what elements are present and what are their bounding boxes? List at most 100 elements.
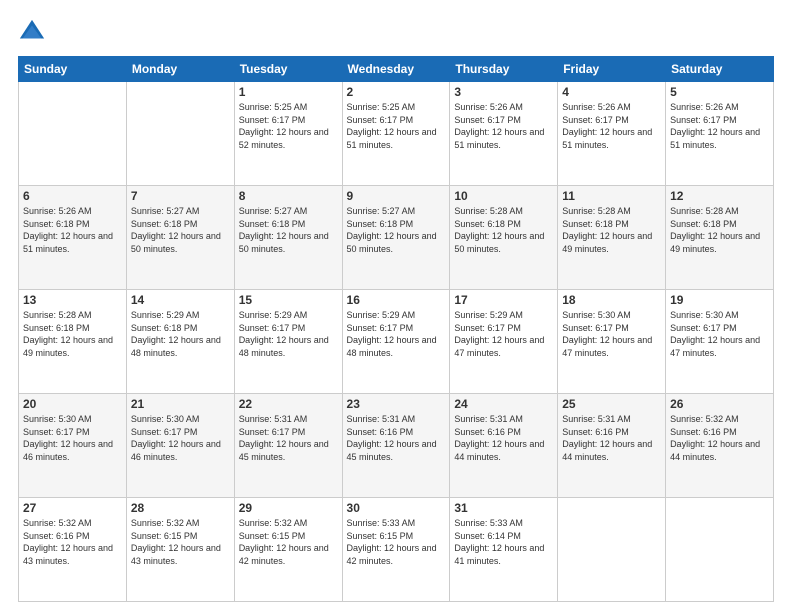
calendar-week-row: 27 Sunrise: 5:32 AM Sunset: 6:16 PM Dayli…	[19, 498, 774, 602]
calendar-cell: 28 Sunrise: 5:32 AM Sunset: 6:15 PM Dayli…	[126, 498, 234, 602]
calendar-cell: 12 Sunrise: 5:28 AM Sunset: 6:18 PM Dayli…	[666, 186, 774, 290]
calendar-cell: 20 Sunrise: 5:30 AM Sunset: 6:17 PM Dayli…	[19, 394, 127, 498]
calendar-cell: 17Sunrise: 5:29 AM Sunset: 6:17 PM Dayli…	[450, 290, 558, 394]
calendar-week-row: 6 Sunrise: 5:26 AM Sunset: 6:18 PM Daylig…	[19, 186, 774, 290]
calendar-cell	[126, 82, 234, 186]
day-number: 27	[23, 501, 122, 515]
calendar-header-row: SundayMondayTuesdayWednesdayThursdayFrid…	[19, 57, 774, 82]
day-info: Sunrise: 5:30 AM Sunset: 6:17 PM Dayligh…	[562, 309, 661, 359]
day-number: 8	[239, 189, 338, 203]
day-number: 10	[454, 189, 553, 203]
calendar-week-row: 20 Sunrise: 5:30 AM Sunset: 6:17 PM Dayli…	[19, 394, 774, 498]
weekday-header: Tuesday	[234, 57, 342, 82]
day-info: Sunrise: 5:32 AM Sunset: 6:15 PM Dayligh…	[131, 517, 230, 567]
day-number: 16	[347, 293, 446, 307]
day-info: Sunrise: 5:32 AM Sunset: 6:15 PM Dayligh…	[239, 517, 338, 567]
day-number: 26	[670, 397, 769, 411]
day-info: Sunrise: 5:30 AM Sunset: 6:17 PM Dayligh…	[670, 309, 769, 359]
day-info: Sunrise: 5:31 AM Sunset: 6:16 PM Dayligh…	[562, 413, 661, 463]
day-number: 5	[670, 85, 769, 99]
day-number: 23	[347, 397, 446, 411]
day-info: Sunrise: 5:33 AM Sunset: 6:14 PM Dayligh…	[454, 517, 553, 567]
calendar-cell	[19, 82, 127, 186]
day-number: 21	[131, 397, 230, 411]
page: SundayMondayTuesdayWednesdayThursdayFrid…	[0, 0, 792, 612]
calendar-cell: 15 Sunrise: 5:29 AM Sunset: 6:17 PM Dayli…	[234, 290, 342, 394]
day-number: 29	[239, 501, 338, 515]
logo-icon	[18, 18, 46, 46]
day-number: 22	[239, 397, 338, 411]
calendar-table: SundayMondayTuesdayWednesdayThursdayFrid…	[18, 56, 774, 602]
day-info: Sunrise: 5:29 AM Sunset: 6:17 PM Dayligh…	[239, 309, 338, 359]
calendar-cell: 26 Sunrise: 5:32 AM Sunset: 6:16 PM Dayli…	[666, 394, 774, 498]
day-info: Sunrise: 5:27 AM Sunset: 6:18 PM Dayligh…	[131, 205, 230, 255]
day-number: 11	[562, 189, 661, 203]
weekday-header: Friday	[558, 57, 666, 82]
day-number: 2	[347, 85, 446, 99]
day-info: Sunrise: 5:30 AM Sunset: 6:17 PM Dayligh…	[131, 413, 230, 463]
day-info: Sunrise: 5:26 AM Sunset: 6:17 PM Dayligh…	[562, 101, 661, 151]
header	[18, 18, 774, 46]
calendar-cell: 19 Sunrise: 5:30 AM Sunset: 6:17 PM Dayli…	[666, 290, 774, 394]
calendar-cell: 1Sunrise: 5:25 AM Sunset: 6:17 PM Daylig…	[234, 82, 342, 186]
calendar-cell: 6 Sunrise: 5:26 AM Sunset: 6:18 PM Daylig…	[19, 186, 127, 290]
day-info: Sunrise: 5:31 AM Sunset: 6:16 PM Dayligh…	[454, 413, 553, 463]
day-number: 28	[131, 501, 230, 515]
weekday-header: Thursday	[450, 57, 558, 82]
day-info: Sunrise: 5:28 AM Sunset: 6:18 PM Dayligh…	[23, 309, 122, 359]
calendar-cell: 2 Sunrise: 5:25 AM Sunset: 6:17 PM Daylig…	[342, 82, 450, 186]
calendar-cell: 22Sunrise: 5:31 AM Sunset: 6:17 PM Dayli…	[234, 394, 342, 498]
day-number: 6	[23, 189, 122, 203]
day-number: 25	[562, 397, 661, 411]
calendar-cell: 25 Sunrise: 5:31 AM Sunset: 6:16 PM Dayli…	[558, 394, 666, 498]
calendar-cell: 11Sunrise: 5:28 AM Sunset: 6:18 PM Dayli…	[558, 186, 666, 290]
day-number: 18	[562, 293, 661, 307]
calendar-week-row: 1Sunrise: 5:25 AM Sunset: 6:17 PM Daylig…	[19, 82, 774, 186]
calendar-cell: 18 Sunrise: 5:30 AM Sunset: 6:17 PM Dayli…	[558, 290, 666, 394]
day-info: Sunrise: 5:27 AM Sunset: 6:18 PM Dayligh…	[347, 205, 446, 255]
day-info: Sunrise: 5:29 AM Sunset: 6:17 PM Dayligh…	[347, 309, 446, 359]
day-number: 4	[562, 85, 661, 99]
weekday-header: Saturday	[666, 57, 774, 82]
day-info: Sunrise: 5:32 AM Sunset: 6:16 PM Dayligh…	[23, 517, 122, 567]
calendar-cell: 16 Sunrise: 5:29 AM Sunset: 6:17 PM Dayli…	[342, 290, 450, 394]
day-number: 20	[23, 397, 122, 411]
day-info: Sunrise: 5:28 AM Sunset: 6:18 PM Dayligh…	[454, 205, 553, 255]
day-number: 31	[454, 501, 553, 515]
calendar-cell: 3Sunrise: 5:26 AM Sunset: 6:17 PM Daylig…	[450, 82, 558, 186]
calendar-cell: 7Sunrise: 5:27 AM Sunset: 6:18 PM Daylig…	[126, 186, 234, 290]
day-number: 12	[670, 189, 769, 203]
day-info: Sunrise: 5:26 AM Sunset: 6:18 PM Dayligh…	[23, 205, 122, 255]
day-info: Sunrise: 5:25 AM Sunset: 6:17 PM Dayligh…	[347, 101, 446, 151]
day-number: 24	[454, 397, 553, 411]
calendar-cell: 30 Sunrise: 5:33 AM Sunset: 6:15 PM Dayli…	[342, 498, 450, 602]
day-info: Sunrise: 5:30 AM Sunset: 6:17 PM Dayligh…	[23, 413, 122, 463]
day-number: 19	[670, 293, 769, 307]
weekday-header: Sunday	[19, 57, 127, 82]
day-number: 30	[347, 501, 446, 515]
calendar-cell: 21 Sunrise: 5:30 AM Sunset: 6:17 PM Dayli…	[126, 394, 234, 498]
calendar-cell: 23 Sunrise: 5:31 AM Sunset: 6:16 PM Dayli…	[342, 394, 450, 498]
calendar-cell: 13 Sunrise: 5:28 AM Sunset: 6:18 PM Dayli…	[19, 290, 127, 394]
day-number: 14	[131, 293, 230, 307]
calendar-cell: 9 Sunrise: 5:27 AM Sunset: 6:18 PM Daylig…	[342, 186, 450, 290]
day-info: Sunrise: 5:28 AM Sunset: 6:18 PM Dayligh…	[670, 205, 769, 255]
day-info: Sunrise: 5:29 AM Sunset: 6:18 PM Dayligh…	[131, 309, 230, 359]
calendar-cell: 14 Sunrise: 5:29 AM Sunset: 6:18 PM Dayli…	[126, 290, 234, 394]
day-number: 9	[347, 189, 446, 203]
calendar-cell: 10 Sunrise: 5:28 AM Sunset: 6:18 PM Dayli…	[450, 186, 558, 290]
calendar-cell	[666, 498, 774, 602]
day-number: 13	[23, 293, 122, 307]
day-info: Sunrise: 5:33 AM Sunset: 6:15 PM Dayligh…	[347, 517, 446, 567]
calendar-week-row: 13 Sunrise: 5:28 AM Sunset: 6:18 PM Dayli…	[19, 290, 774, 394]
day-info: Sunrise: 5:26 AM Sunset: 6:17 PM Dayligh…	[670, 101, 769, 151]
day-info: Sunrise: 5:31 AM Sunset: 6:16 PM Dayligh…	[347, 413, 446, 463]
calendar-cell: 27 Sunrise: 5:32 AM Sunset: 6:16 PM Dayli…	[19, 498, 127, 602]
day-info: Sunrise: 5:27 AM Sunset: 6:18 PM Dayligh…	[239, 205, 338, 255]
day-number: 3	[454, 85, 553, 99]
weekday-header: Monday	[126, 57, 234, 82]
calendar-cell: 4 Sunrise: 5:26 AM Sunset: 6:17 PM Daylig…	[558, 82, 666, 186]
day-number: 15	[239, 293, 338, 307]
calendar-cell: 8 Sunrise: 5:27 AM Sunset: 6:18 PM Daylig…	[234, 186, 342, 290]
day-info: Sunrise: 5:32 AM Sunset: 6:16 PM Dayligh…	[670, 413, 769, 463]
